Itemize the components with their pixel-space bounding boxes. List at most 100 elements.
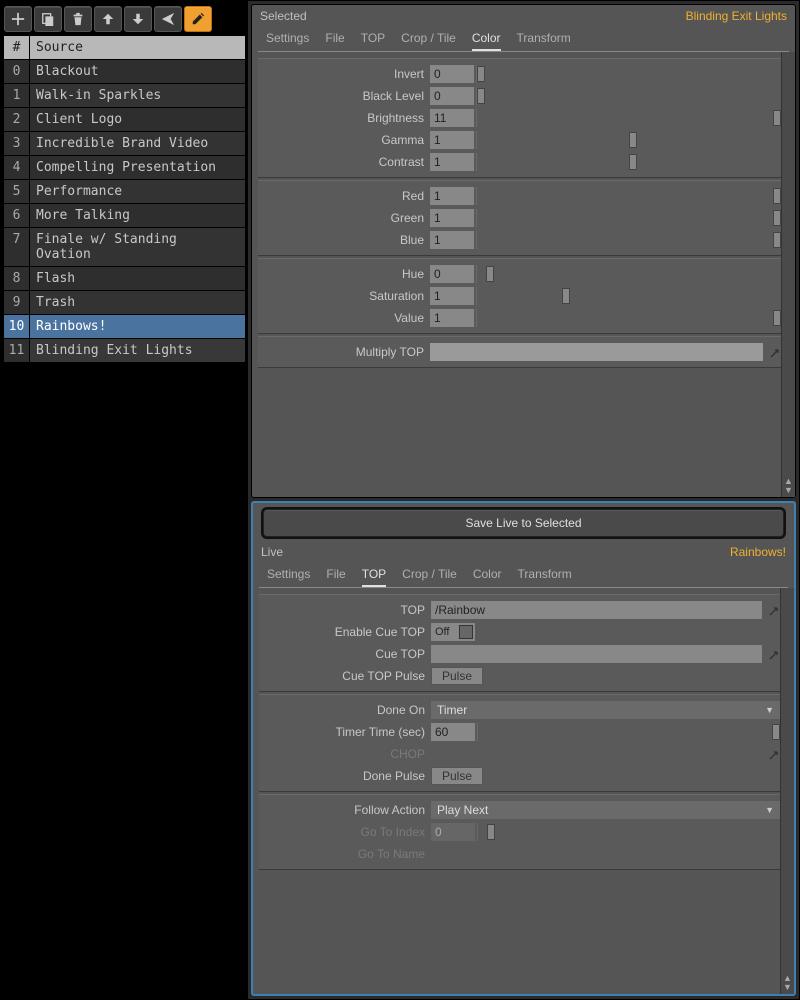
selected-tab-color[interactable]: Color [472,29,501,51]
gamma-slider[interactable] [476,131,781,149]
saturation-value[interactable] [430,287,474,305]
selected-tab-file[interactable]: File [325,29,344,51]
green-slider[interactable] [476,209,781,227]
multiply-top-input[interactable] [430,343,763,361]
live-title: Live [261,545,283,559]
param-done-on: Done OnTimer▼ [259,699,784,721]
blue-slider[interactable] [476,231,781,249]
param-follow-action: Follow ActionPlay Next▼ [259,799,784,821]
hue-slider[interactable] [476,265,781,283]
cue-row-name: Client Logo [30,108,245,131]
timer-time-slider[interactable] [477,723,780,741]
live-scrollbar[interactable]: ▲▼ [780,588,794,995]
cue-row-name: More Talking [30,204,245,227]
done-on-dropdown[interactable]: Timer▼ [431,701,780,719]
cue-row[interactable]: 3Incredible Brand Video [4,132,245,156]
edit-button[interactable] [184,6,212,32]
copy-button[interactable] [34,6,62,32]
go-to-index-slider[interactable] [477,823,780,841]
cue-row[interactable]: 7Finale w/ Standing Ovation [4,228,245,267]
send-button[interactable] [154,6,182,32]
live-tabs: Settings File TOP Crop / Tile Color Transform [259,559,788,588]
gamma-value[interactable] [430,131,474,149]
live-tab-color[interactable]: Color [473,565,502,587]
live-tab-file[interactable]: File [326,565,345,587]
blue-value[interactable] [430,231,474,249]
done-pulse-button[interactable]: Pulse [431,767,483,785]
cue-row[interactable]: 9Trash [4,291,245,315]
cue-row-name: Performance [30,180,245,203]
live-tab-top[interactable]: TOP [362,565,386,587]
move-down-button[interactable] [124,6,152,32]
chevron-down-icon: ▼ [765,705,774,715]
hue-value[interactable] [430,265,474,283]
delete-button[interactable] [64,6,92,32]
cue-row-index: 3 [4,132,30,155]
selected-tab-crop-tile[interactable]: Crop / Tile [401,29,456,51]
list-header-index: # [4,36,30,59]
selected-tab-top[interactable]: TOP [361,29,385,51]
save-live-button[interactable]: Save Live to Selected [263,509,784,537]
chevron-down-icon: ▼ [765,805,774,815]
red-value[interactable] [430,187,474,205]
list-header: # Source [4,36,245,60]
selected-panel: Selected Blinding Exit Lights SettingsFi… [251,4,796,498]
selected-tab-settings[interactable]: Settings [266,29,309,51]
contrast-value[interactable] [430,153,474,171]
cue-top-input[interactable] [431,645,762,663]
param-saturation: Saturation [258,285,785,307]
top-input[interactable] [431,601,762,619]
go-to-index-value[interactable] [431,823,475,841]
brightness-value[interactable] [430,109,474,127]
saturation-slider[interactable] [476,287,781,305]
live-cue-name: Rainbows! [730,545,786,559]
cue-row-index: 10 [4,315,30,338]
move-up-button[interactable] [94,6,122,32]
cue-row-name: Incredible Brand Video [30,132,245,155]
cue-top-pulse-button[interactable]: Pulse [431,667,483,685]
enable-cue-top-toggle[interactable]: Off [431,623,475,641]
red-slider[interactable] [476,187,781,205]
contrast-slider[interactable] [476,153,781,171]
live-tab-settings[interactable]: Settings [267,565,310,587]
param-invert: Invert [258,63,785,85]
param-done-pulse: Done PulsePulse [259,765,784,787]
cue-row[interactable]: 1Walk-in Sparkles [4,84,245,108]
timer-time-value[interactable] [431,723,475,741]
cue-row[interactable]: 5Performance [4,180,245,204]
cue-row[interactable]: 2Client Logo [4,108,245,132]
cue-row-name: Blackout [30,60,245,83]
selected-tab-transform[interactable]: Transform [517,29,571,51]
selected-scrollbar[interactable]: ▲▼ [781,52,795,497]
value-value[interactable] [430,309,474,327]
brightness-slider[interactable] [476,109,781,127]
invert-value[interactable] [430,65,474,83]
live-panel: Save Live to Selected Live Rainbows! Set… [251,501,796,997]
cue-row[interactable]: 4Compelling Presentation [4,156,245,180]
param-enable-cue-top: Enable Cue TOPOff [259,621,784,643]
cue-row[interactable]: 11Blinding Exit Lights [4,339,245,363]
black-level-slider[interactable] [476,87,781,105]
cue-row-index: 7 [4,228,30,266]
cue-list-panel: # Source 0Blackout1Walk-in Sparkles2Clie… [1,1,248,999]
cue-row-name: Trash [30,291,245,314]
cue-row[interactable]: 6More Talking [4,204,245,228]
list-header-source: Source [30,36,245,59]
param-timer-time: Timer Time (sec) [259,721,784,743]
cue-row[interactable]: 8Flash [4,267,245,291]
cue-row-index: 5 [4,180,30,203]
param-go-to-index: Go To Index [259,821,784,843]
black-level-value[interactable] [430,87,474,105]
param-green: Green [258,207,785,229]
invert-slider[interactable] [476,65,781,83]
cue-row-index: 1 [4,84,30,107]
cue-row[interactable]: 0Blackout [4,60,245,84]
live-tab-transform[interactable]: Transform [518,565,572,587]
cue-row-index: 8 [4,267,30,290]
live-tab-crop-tile[interactable]: Crop / Tile [402,565,457,587]
follow-action-dropdown[interactable]: Play Next▼ [431,801,780,819]
green-value[interactable] [430,209,474,227]
value-slider[interactable] [476,309,781,327]
cue-row[interactable]: 10Rainbows! [4,315,245,339]
add-button[interactable] [4,6,32,32]
